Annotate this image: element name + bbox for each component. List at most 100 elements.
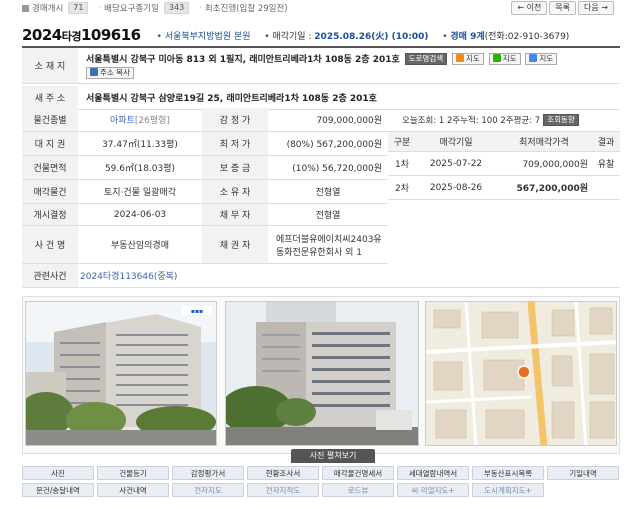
household-record-button[interactable]: 세대열람내역서: [397, 466, 469, 480]
new-address-row: 새 주 소 서울특별시 강북구 삼양로19길 25, 래미안트리베라1차 108…: [22, 86, 620, 110]
type-extra: [26평형]: [134, 116, 170, 126]
status-report-button[interactable]: 현황조사서: [247, 466, 319, 480]
min-price-value: (80%) 567,200,000원: [268, 132, 388, 156]
sale-date-label: 매각기일 :: [272, 32, 315, 42]
location-row: 소 재 지 서울특별시 강북구 미아동 813 외 1필지, 래미안트리베라1차…: [22, 48, 620, 84]
creditor-line-1: 에프더블유에이치씨2403유: [276, 234, 382, 245]
sale-date: 2025.08.26(火) (10:00): [314, 32, 429, 42]
new-address-value: 서울특별시 강북구 삼양로19길 25, 래미안트리베라1차 108동 2층 2…: [86, 94, 377, 104]
nav-buttons: ← 이전 목록 다음 →: [511, 1, 614, 15]
dept-name: 경매 9계: [450, 32, 485, 42]
status-label-start: 경매개시: [32, 4, 64, 14]
google-map-icon: [529, 54, 538, 63]
case-meta: • 서울북부지방법원 본원 • 매각기일 : 2025.08.26(火) (10…: [156, 32, 570, 42]
photo-button[interactable]: 사진: [22, 466, 94, 480]
road-name-search-button[interactable]: 도로명검색: [404, 53, 448, 66]
view-stats: 오늘조회: 1 2주누적: 100 2주평균: 7 조회동향: [388, 108, 620, 132]
map-button-google[interactable]: 지도: [525, 53, 558, 66]
history-header-price: 최저매각가격: [496, 132, 592, 152]
type-value[interactable]: 아파트: [110, 113, 135, 126]
start-label: 개시결정: [22, 204, 78, 226]
history-price-2: 567,200,000원: [496, 176, 592, 200]
expand-photos-button[interactable]: 사진 펼쳐보기: [291, 449, 375, 463]
status-label-dividend: 배당요구종기일: [104, 4, 159, 14]
naver-map-icon: [492, 54, 501, 63]
map-button-naver[interactable]: 지도: [488, 53, 521, 66]
copy-address-button[interactable]: 주소 복사: [86, 67, 134, 80]
case-name-label: 사 건 명: [22, 226, 78, 264]
appraisal-report-button[interactable]: 감정평가서: [172, 466, 244, 480]
deposit-label: 보 증 금: [202, 156, 268, 180]
creditor-label: 채 권 자: [202, 226, 268, 264]
case-history-button[interactable]: 사건내역: [97, 483, 169, 497]
dept-phone: (전화:02-910-3679): [484, 32, 570, 42]
building-photo-front[interactable]: [225, 301, 419, 446]
schedule-history-button[interactable]: 기일내역: [547, 466, 619, 480]
city-plan-map-button[interactable]: 도시계획지도+: [472, 483, 544, 497]
property-list-button[interactable]: 부동산표시목록: [472, 466, 544, 480]
copy-icon: [90, 68, 98, 77]
deposit-value: (10%) 56,720,000원: [268, 156, 388, 180]
history-header-result: 결과: [592, 132, 620, 152]
roadview-button[interactable]: 로드뷰: [322, 483, 394, 497]
square-bullet-icon: [22, 4, 29, 12]
sale-object-value: 토지·건물 일괄매각: [78, 180, 202, 204]
view-trend-button[interactable]: 조회동향: [543, 113, 579, 126]
location-map[interactable]: [425, 301, 617, 446]
area-value: 59.6㎡(18.03평): [78, 156, 202, 180]
land-label: 대 지 권: [22, 132, 78, 156]
next-button[interactable]: 다음 →: [578, 1, 614, 15]
status-label-first: 최초진행(입찰 29일전): [204, 4, 288, 14]
electronic-map-button[interactable]: 전자지도: [172, 483, 244, 497]
map-button-daum[interactable]: 지도: [452, 53, 484, 66]
related-case-link[interactable]: 2024타경113646(중복): [80, 269, 177, 282]
sale-object-label: 매각물건: [22, 180, 78, 204]
history-date-1: 2025-07-22: [416, 152, 496, 176]
creditor-line-2: 동화전문유한회사 외 1: [276, 247, 362, 258]
location-label: 소 재 지: [22, 48, 78, 83]
photo-gallery: ▪▪▪ 사진 펼쳐보기: [22, 296, 620, 463]
bullet-icon: ·: [199, 3, 202, 13]
history-header-round: 구분: [388, 132, 416, 152]
svg-text:▪▪▪: ▪▪▪: [191, 308, 203, 315]
cadastral-map-button[interactable]: 전자지적도: [247, 483, 319, 497]
location-address: 서울특별시 강북구 미아동 813 외 1필지, 래미안트리베라1차 108동 …: [86, 54, 400, 65]
new-address-label: 새 주 소: [22, 86, 78, 109]
case-year: 2024: [22, 26, 62, 44]
related-case-label: 관련사건: [22, 264, 78, 288]
creditor-value: 에프더블유에이치씨2403유 동화전문유한회사 외 1: [268, 226, 388, 264]
history-header-date: 매각기일: [416, 132, 496, 152]
history-result-2: [592, 176, 620, 200]
history-date-2: 2025-08-26: [416, 176, 496, 200]
history-result-1: 유찰: [592, 152, 620, 176]
views-two-week: 2주누적: 100: [446, 115, 498, 126]
owner-label: 소 유 자: [202, 180, 268, 204]
history-round-1: 1차: [388, 152, 416, 176]
type-label: 물건종별: [22, 108, 78, 132]
views-today: 오늘조회: 1: [402, 115, 445, 126]
history-round-2: 2차: [388, 176, 416, 200]
debtor-label: 채 무 자: [202, 204, 268, 226]
debtor-value: 전형열: [268, 204, 388, 226]
bullet-icon: ·: [98, 3, 102, 13]
building-registry-button[interactable]: 건물등기: [97, 466, 169, 480]
real-map-button[interactable]: 씨 리얼지도+: [397, 483, 469, 497]
list-button[interactable]: 목록: [549, 1, 577, 15]
court-name: 서울북부지방법원 본원: [164, 32, 251, 42]
land-value: 37.47㎡(11.33평): [78, 132, 202, 156]
start-value: 2024-06-03: [78, 204, 202, 226]
views-two-week-avg: 2주평균: 7: [500, 115, 541, 126]
min-price-label: 최 저 가: [202, 132, 268, 156]
status-count-start: 71: [68, 2, 89, 14]
case-name-value: 부동산임의경매: [78, 226, 202, 264]
sale-spec-button[interactable]: 매각물건명세서: [322, 466, 394, 480]
prev-button[interactable]: ← 이전: [511, 1, 548, 15]
case-header: 2024타경109616 • 서울북부지방법원 본원 • 매각기일 : 2025…: [22, 22, 620, 44]
daum-map-icon: [456, 54, 465, 63]
history-price-1: 709,000,000원: [496, 152, 592, 176]
building-photo-street[interactable]: ▪▪▪: [25, 301, 217, 446]
appraisal-value: 709,000,000원: [268, 108, 388, 132]
area-label: 건물면적: [22, 156, 78, 180]
owner-value: 전형열: [268, 180, 388, 204]
document-delivery-button[interactable]: 문건/송달내역: [22, 483, 94, 497]
